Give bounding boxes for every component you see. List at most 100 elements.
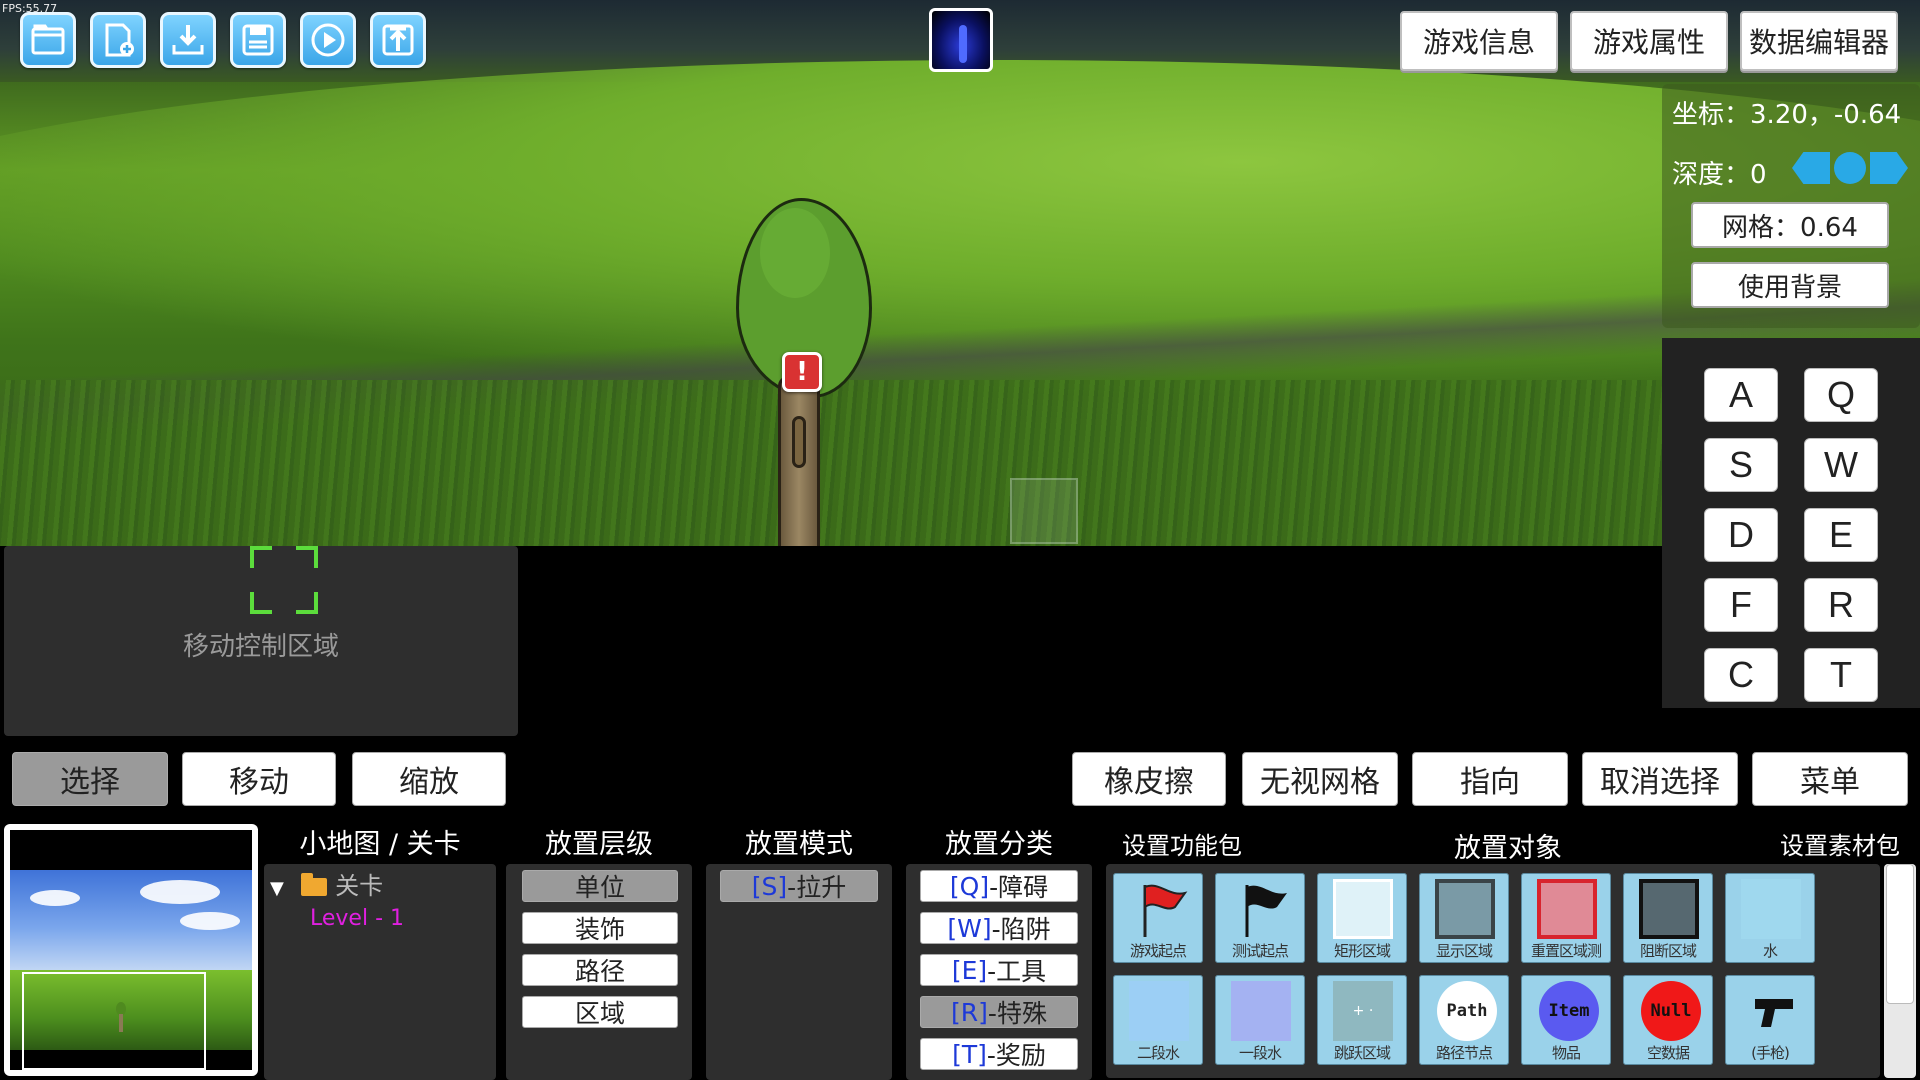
upload-icon[interactable] (370, 12, 426, 68)
focus-target-icon (250, 546, 318, 614)
level-item[interactable]: Level - 1 (310, 906, 404, 931)
asset-pack-title[interactable]: 设置素材包 (1780, 826, 1900, 861)
key-d[interactable]: D (1704, 508, 1778, 562)
object-tile-water2[interactable]: 二段水 (1110, 972, 1206, 1068)
minimap-viewport[interactable] (22, 972, 206, 1070)
category-special-button[interactable]: [R] -特殊 (920, 996, 1078, 1028)
layer-path-button[interactable]: 路径 (522, 954, 678, 986)
depth-increase-icon[interactable] (1870, 152, 1908, 184)
move-mode-button[interactable]: 移动 (182, 752, 336, 806)
key-w[interactable]: W (1804, 438, 1878, 492)
game-viewport[interactable] (0, 0, 1920, 546)
object-tile-path-node[interactable]: Path 路径节点 (1416, 972, 1512, 1068)
depth-reset-icon[interactable] (1834, 152, 1866, 184)
eraser-button[interactable]: 橡皮擦 (1072, 752, 1226, 806)
object-tile-block-area[interactable]: 阻断区域 (1620, 870, 1716, 966)
menu-button[interactable]: 菜单 (1752, 752, 1908, 806)
black-flag-icon (1245, 885, 1287, 937)
pistol-icon (1755, 999, 1793, 1027)
object-tile-reset-area[interactable]: 重置区域测 (1518, 870, 1614, 966)
object-tile-null[interactable]: Null 空数据 (1620, 972, 1716, 1068)
key-f[interactable]: F (1704, 578, 1778, 632)
expand-triangle-icon[interactable]: ▼ (270, 878, 284, 899)
hotkey-label: [Q] (949, 871, 990, 901)
tree-knot (792, 416, 806, 468)
scene-grass (0, 380, 1920, 546)
water1-icon (1231, 981, 1291, 1041)
category-obstacle-button[interactable]: [Q] -障碍 (920, 870, 1078, 902)
layer-unit-button[interactable]: 单位 (522, 870, 678, 902)
key-t[interactable]: T (1804, 648, 1878, 702)
category-reward-button[interactable]: [T] -奖励 (920, 1038, 1078, 1070)
object-scrollbar[interactable] (1884, 864, 1916, 1078)
display-area-icon (1435, 879, 1495, 939)
depth-value: 0 (1750, 160, 1767, 190)
object-title: 放置对象 (1454, 833, 1562, 864)
play-icon[interactable] (300, 12, 356, 68)
object-tile-display-area[interactable]: 显示区域 (1416, 870, 1512, 966)
folder-icon (301, 873, 328, 896)
key-s[interactable]: S (1704, 438, 1778, 492)
layer-area-button[interactable]: 区域 (522, 996, 678, 1028)
key-q[interactable]: Q (1804, 368, 1878, 422)
object-tile-pistol[interactable]: (手枪) (1722, 972, 1818, 1068)
object-tile-jump-area[interactable]: + · 跳跃区域 (1314, 972, 1410, 1068)
game-properties-button[interactable]: 游戏属性 (1570, 11, 1728, 71)
object-tile-water1[interactable]: 一段水 (1212, 972, 1308, 1068)
download-icon[interactable] (160, 12, 216, 68)
deselect-button[interactable]: 取消选择 (1582, 752, 1738, 806)
coordinate-label: 坐标： (1672, 100, 1751, 130)
open-folder-icon[interactable] (20, 12, 76, 68)
object-tile-game-start[interactable]: 游戏起点 (1110, 870, 1206, 966)
level-tree: ▼ 关卡 Level - 1 (264, 864, 496, 1080)
select-mode-button[interactable]: 选择 (12, 752, 168, 806)
level-folder-label: 关卡 (335, 872, 384, 900)
depth-control (1792, 152, 1908, 184)
object-tile-water[interactable]: 水 (1722, 870, 1818, 966)
object-label: 路径节点 (1435, 1044, 1493, 1062)
data-editor-button[interactable]: 数据编辑器 (1740, 11, 1898, 71)
block-area-icon (1639, 879, 1699, 939)
depth-decrease-icon[interactable] (1792, 152, 1830, 184)
null-icon: Null (1641, 981, 1701, 1041)
water-icon (1741, 879, 1801, 939)
category-tool-button[interactable]: [E] -工具 (920, 954, 1078, 986)
object-label: 测试起点 (1231, 942, 1289, 960)
object-tile-test-start[interactable]: 测试起点 (1212, 870, 1308, 966)
key-c[interactable]: C (1704, 648, 1778, 702)
move-control-area[interactable]: 移动控制区域 (4, 546, 518, 736)
key-e[interactable]: E (1804, 508, 1878, 562)
ignore-grid-button[interactable]: 无视网格 (1242, 752, 1398, 806)
layer-title: 放置层级 (545, 829, 653, 860)
category-trap-button[interactable]: [W] -陷阱 (920, 912, 1078, 944)
key-a[interactable]: A (1704, 368, 1778, 422)
point-button[interactable]: 指向 (1412, 752, 1568, 806)
use-background-button[interactable]: 使用背景 (1691, 262, 1889, 308)
new-file-icon[interactable] (90, 12, 146, 68)
save-icon[interactable] (230, 12, 286, 68)
water2-icon (1129, 981, 1189, 1041)
scrollbar-thumb[interactable] (1886, 864, 1914, 1004)
warning-icon[interactable]: ! (782, 352, 822, 392)
game-info-button[interactable]: 游戏信息 (1400, 11, 1558, 71)
hotkey-label: [S] (751, 871, 788, 901)
level-folder-row[interactable]: ▼ 关卡 (270, 866, 383, 901)
character-portrait[interactable] (929, 8, 993, 72)
reset-area-icon (1537, 879, 1597, 939)
object-label: 一段水 (1238, 1044, 1282, 1062)
scale-mode-button[interactable]: 缩放 (352, 752, 506, 806)
object-tile-item[interactable]: Item 物品 (1518, 972, 1614, 1068)
coordinate-readout: 坐标：3.20，-0.64 (1672, 94, 1901, 131)
place-mode-stretch-button[interactable]: [S] -拉升 (720, 870, 878, 902)
object-label: 游戏起点 (1129, 942, 1187, 960)
grid-size-button[interactable]: 网格：0.64 (1691, 202, 1889, 248)
object-label: 空数据 (1646, 1044, 1690, 1062)
object-label: 重置区域测 (1530, 942, 1602, 960)
object-tile-rect-area[interactable]: 矩形区域 (1314, 870, 1410, 966)
object-label: 矩形区域 (1333, 942, 1391, 960)
minimap-cloud (180, 912, 240, 930)
function-pack-title[interactable]: 设置功能包 (1122, 826, 1242, 861)
minimap[interactable] (4, 824, 258, 1076)
layer-decor-button[interactable]: 装饰 (522, 912, 678, 944)
key-r[interactable]: R (1804, 578, 1878, 632)
